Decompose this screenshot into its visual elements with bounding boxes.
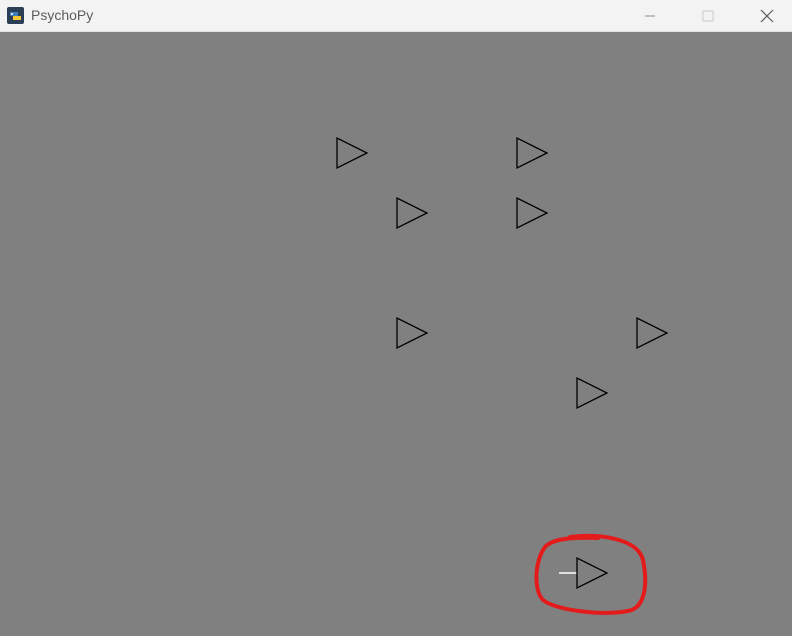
target-triangle: [576, 556, 609, 590]
minimize-button[interactable]: [621, 0, 679, 31]
title-bar: PsychoPy: [0, 0, 792, 32]
minimize-icon: [645, 15, 655, 16]
triangle-stimulus-1: [336, 136, 369, 170]
red-circle-annotation: [534, 533, 648, 615]
stimulus-display: [336, 136, 669, 615]
psychopy-icon: [7, 7, 24, 24]
maximize-button[interactable]: [679, 0, 737, 31]
triangle-stimulus-3: [396, 196, 429, 230]
triangle-stimulus-4: [516, 196, 549, 230]
triangle-stimulus-7: [576, 376, 609, 410]
close-icon: [760, 9, 774, 22]
close-button[interactable]: [738, 0, 792, 31]
triangle-stimulus-6: [636, 316, 669, 350]
triangle-stimulus-2: [516, 136, 549, 170]
stimulus-canvas: [0, 32, 792, 636]
window-title: PsychoPy: [31, 7, 94, 23]
psychopy-window: PsychoPy: [0, 0, 792, 636]
triangle-stimulus-5: [396, 316, 429, 350]
maximize-icon: [702, 10, 714, 21]
